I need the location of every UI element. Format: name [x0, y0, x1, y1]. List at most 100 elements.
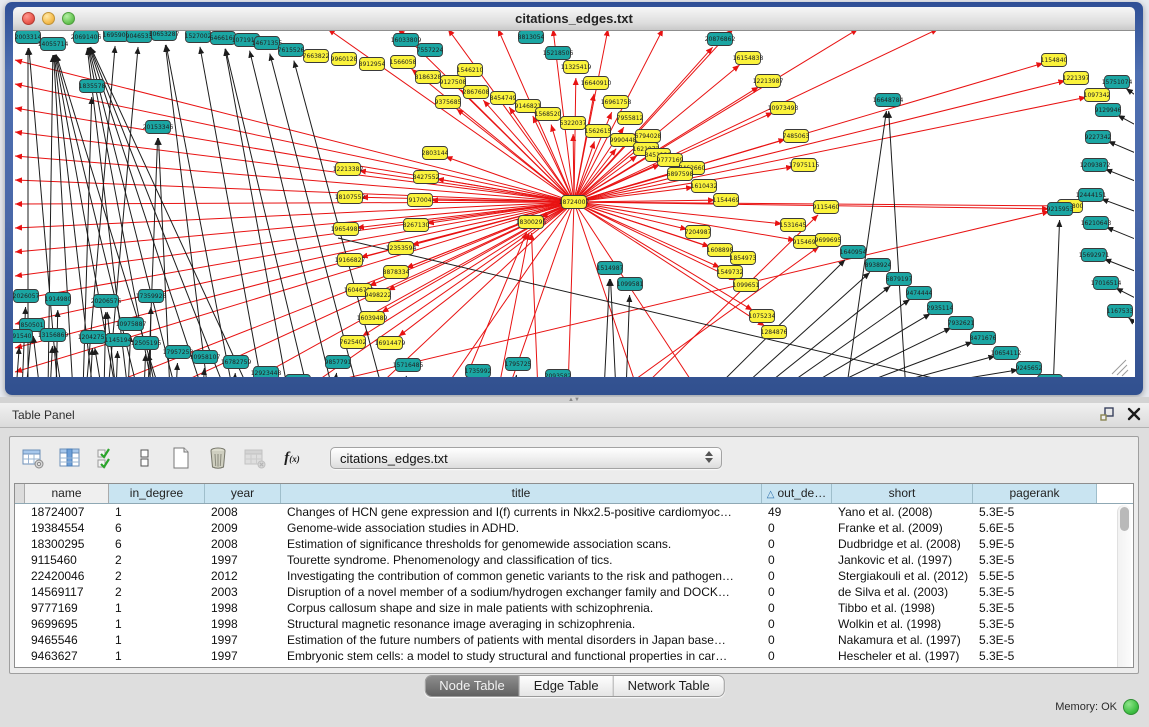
- resize-grip-icon[interactable]: [1112, 360, 1128, 376]
- graph-node-10958107[interactable]: 10958107: [190, 351, 221, 364]
- cell-in_degree[interactable]: 1: [109, 616, 205, 632]
- cell-year[interactable]: 2008: [205, 536, 281, 552]
- graph-node-12213382[interactable]: 12213382: [333, 163, 364, 176]
- graph-node-1531645[interactable]: 1531645: [780, 219, 807, 232]
- graph-node-13156869[interactable]: 13156869: [38, 329, 69, 342]
- graph-node-9960128[interactable]: 9960128: [331, 53, 358, 66]
- cell-pagerank[interactable]: 5.3E-5: [973, 504, 1097, 520]
- graph-node-16033809[interactable]: 16033809: [391, 34, 422, 47]
- table-row[interactable]: 1830029562008Estimation of significance …: [15, 536, 1133, 552]
- table-row[interactable]: 977716911998Corpus callosum shape and si…: [15, 600, 1133, 616]
- graph-node-1546210[interactable]: 1546210: [457, 64, 484, 77]
- graph-node-16039489[interactable]: 16039489: [357, 312, 388, 325]
- vertical-scrollbar[interactable]: [1117, 505, 1131, 668]
- column-header-out_degree[interactable]: △out_de…: [762, 484, 832, 503]
- network-view-window[interactable]: citations_edges.txt 20033141405571420691…: [5, 2, 1143, 395]
- cell-year[interactable]: 2012: [205, 568, 281, 584]
- graph-node-8471676[interactable]: 8471676: [970, 332, 997, 345]
- cell-out_degree[interactable]: 0: [762, 600, 832, 616]
- cell-gutter[interactable]: [15, 520, 25, 536]
- column-header-title[interactable]: title: [281, 484, 762, 503]
- graph-node-2803144[interactable]: 2803144: [422, 147, 449, 160]
- graph-node-391540[interactable]: 391540: [13, 330, 33, 343]
- cell-gutter[interactable]: [15, 632, 25, 648]
- citation-network-graph[interactable]: 2003314140557142069140616959009046533106…: [13, 31, 1134, 377]
- column-header-short[interactable]: short: [832, 484, 973, 503]
- tab-network-table[interactable]: Network Table: [614, 676, 724, 696]
- graph-node-5322037[interactable]: 5322037: [560, 117, 587, 130]
- tab-node-table[interactable]: Node Table: [425, 676, 520, 696]
- graph-node-1640954[interactable]: 1640954: [840, 246, 867, 259]
- cell-pagerank[interactable]: 5.3E-5: [973, 632, 1097, 648]
- table-row[interactable]: 1938455462009Genome-wide association stu…: [15, 520, 1133, 536]
- cell-pagerank[interactable]: 5.3E-5: [973, 600, 1097, 616]
- graph-node-7663822[interactable]: 7663822: [303, 50, 330, 63]
- graph-node-12093872[interactable]: 12093872: [1080, 159, 1111, 172]
- graph-node-16914479[interactable]: 16914479: [375, 337, 406, 350]
- graph-node-10973493[interactable]: 10973493: [768, 102, 799, 115]
- graph-node-15751074[interactable]: 15751074: [1102, 76, 1133, 89]
- graph-node-20153346[interactable]: 20153346: [143, 121, 174, 134]
- graph-node-1154840[interactable]: 1154840: [1041, 54, 1068, 67]
- graph-node-7615526[interactable]: 7615526: [278, 44, 305, 57]
- row-height-icon[interactable]: [131, 445, 157, 471]
- cell-gutter[interactable]: [15, 600, 25, 616]
- cell-title[interactable]: Estimation of the future numbers of pati…: [281, 632, 762, 648]
- cell-short[interactable]: Nakamura et al. (1997): [832, 632, 973, 648]
- cell-year[interactable]: 1998: [205, 616, 281, 632]
- cell-name[interactable]: 9115460: [25, 552, 109, 568]
- graph-node-15218506[interactable]: 15218506: [543, 47, 574, 60]
- cell-short[interactable]: Dudbridge et al. (2008): [832, 536, 973, 552]
- graph-node-19654985[interactable]: 19654985: [331, 223, 362, 236]
- graph-node-9215953[interactable]: 9215953: [1047, 203, 1074, 216]
- graph-node-6879197[interactable]: 6879197: [886, 273, 913, 286]
- graph-node-2093582[interactable]: 2093582: [545, 370, 572, 378]
- scrollbar-thumb[interactable]: [1120, 507, 1129, 531]
- graph-node-2026057[interactable]: 2026057: [13, 290, 40, 303]
- graph-node-1221397[interactable]: 1221397: [1063, 72, 1090, 85]
- minimize-icon[interactable]: [42, 12, 55, 25]
- graph-node-9498222[interactable]: 9498222: [365, 289, 392, 302]
- graph-node-2867608[interactable]: 2867608: [463, 86, 490, 99]
- select-all-icon[interactable]: [94, 445, 120, 471]
- cell-name[interactable]: 19384554: [25, 520, 109, 536]
- tab-edge-table[interactable]: Edge Table: [520, 676, 614, 696]
- cell-year[interactable]: 2008: [205, 504, 281, 520]
- table-settings-icon[interactable]: [20, 445, 46, 471]
- graph-node-9990448[interactable]: 9990448: [610, 134, 637, 147]
- graph-node-14055714[interactable]: 14055714: [38, 38, 69, 51]
- cell-name[interactable]: 18300295: [25, 536, 109, 552]
- cell-title[interactable]: Corpus callosum shape and size in male p…: [281, 600, 762, 616]
- cell-in_degree[interactable]: 6: [109, 520, 205, 536]
- graph-node-9227342[interactable]: 9227342: [1085, 131, 1112, 144]
- graph-node-1099581[interactable]: 1099581: [617, 278, 644, 291]
- graph-node-1549732[interactable]: 1549732: [717, 266, 744, 279]
- cell-title[interactable]: Embryonic stem cells: a model to study s…: [281, 648, 762, 664]
- table-row[interactable]: 946362711997Embryonic stem cells: a mode…: [15, 648, 1133, 664]
- cell-short[interactable]: Wolkin et al. (1998): [832, 616, 973, 632]
- cell-in_degree[interactable]: 6: [109, 536, 205, 552]
- graph-node-1514987[interactable]: 1514987: [597, 262, 624, 275]
- graph-node-8186328[interactable]: 8186328: [415, 71, 442, 84]
- cell-gutter[interactable]: [15, 568, 25, 584]
- table-row[interactable]: 1456911722003Disruption of a novel membe…: [15, 584, 1133, 600]
- cell-gutter[interactable]: [15, 648, 25, 664]
- graph-node-1562615[interactable]: 1562615: [585, 125, 612, 138]
- graph-node-8912954[interactable]: 8912954: [359, 58, 386, 71]
- cell-name[interactable]: 9465546: [25, 632, 109, 648]
- cell-out_degree[interactable]: 0: [762, 648, 832, 664]
- cell-pagerank[interactable]: 5.3E-5: [973, 552, 1097, 568]
- table-row[interactable]: 1872400712008Changes of HCN gene express…: [15, 504, 1133, 520]
- table-row[interactable]: 911546021997Tourette syndrome. Phenomeno…: [15, 552, 1133, 568]
- graph-node-1610432[interactable]: 1610432: [691, 180, 718, 193]
- cell-short[interactable]: Franke et al. (2009): [832, 520, 973, 536]
- graph-node-12923448[interactable]: 12923448: [251, 367, 282, 378]
- graph-node-7955812[interactable]: 7955812: [617, 112, 644, 125]
- graph-node-1167533[interactable]: 1167533: [1107, 305, 1134, 318]
- cell-out_degree[interactable]: 0: [762, 552, 832, 568]
- graph-node-8454749[interactable]: 8454749: [490, 92, 517, 105]
- cell-title[interactable]: Tourette syndrome. Phenomenology and cla…: [281, 552, 762, 568]
- table-row[interactable]: 2242004622012Investigating the contribut…: [15, 568, 1133, 584]
- cell-title[interactable]: Estimation of significance thresholds fo…: [281, 536, 762, 552]
- close-icon[interactable]: [22, 12, 35, 25]
